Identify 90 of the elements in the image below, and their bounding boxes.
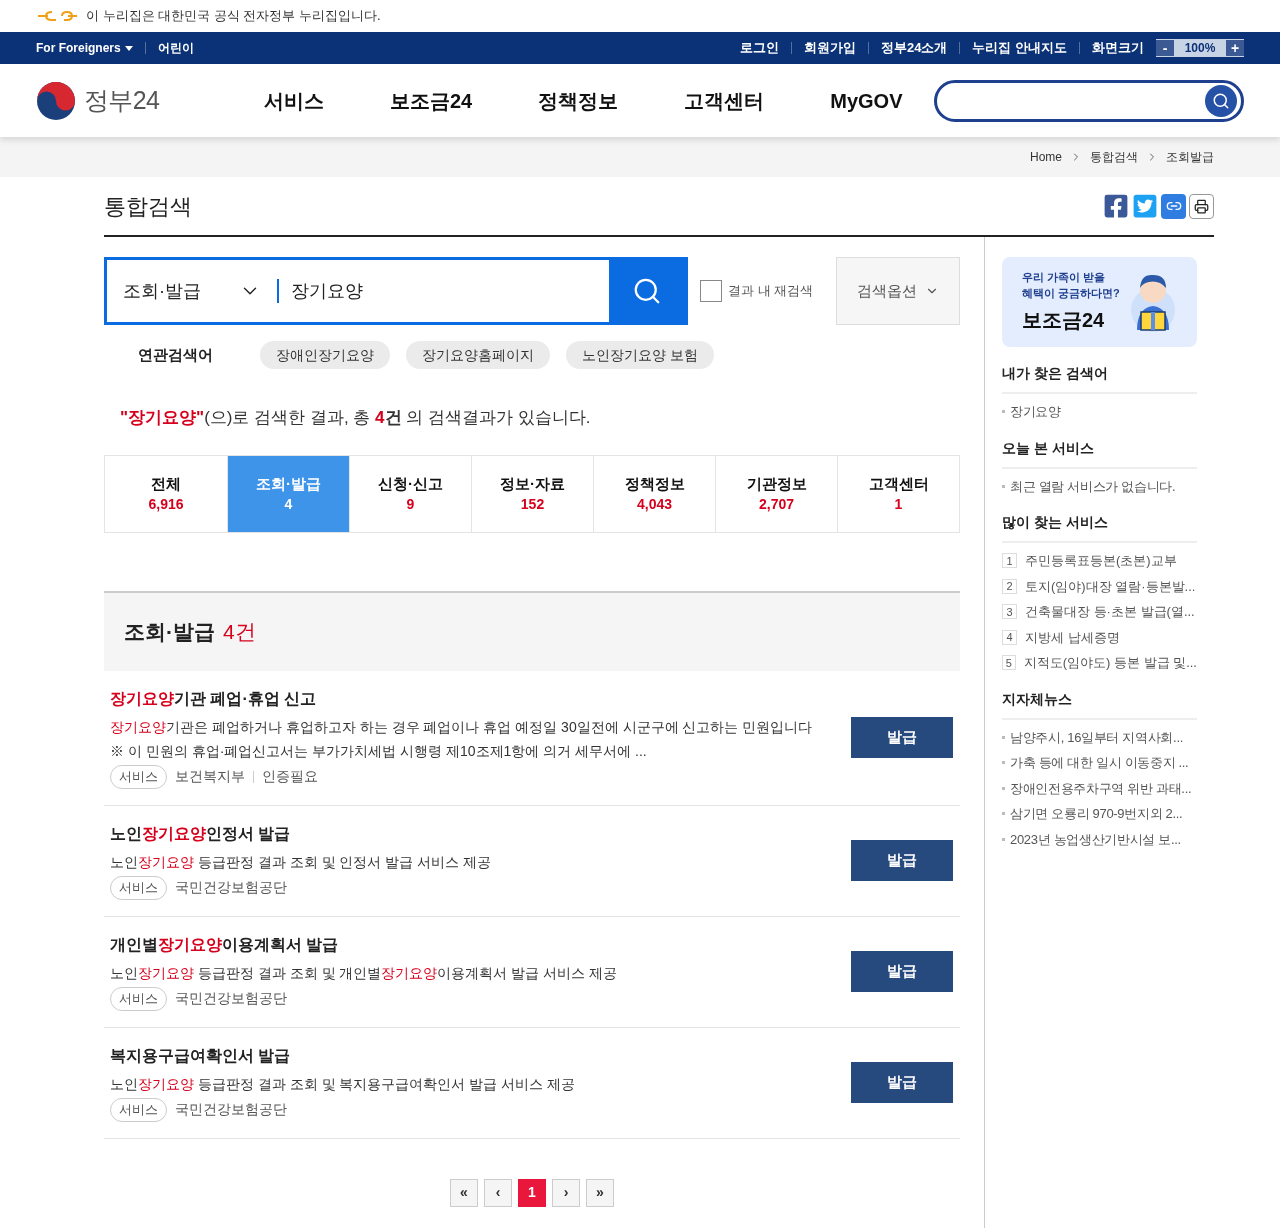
result-title[interactable]: 개인별장기요양이용계획서 발급 bbox=[110, 932, 851, 957]
header-search-field[interactable] bbox=[934, 79, 1244, 122]
main-menu-item[interactable]: 정책정보 bbox=[538, 85, 619, 116]
result-meta: 보건복지부 bbox=[175, 767, 245, 786]
related-label: 연관검색어 bbox=[137, 344, 214, 365]
issue-button[interactable]: 발급 bbox=[851, 951, 953, 992]
page-title: 통합검색 bbox=[104, 192, 192, 221]
print-icon[interactable] bbox=[1189, 193, 1214, 219]
sidebar-heading: 지자체뉴스 bbox=[1002, 688, 1197, 720]
page-button[interactable]: » bbox=[586, 1178, 614, 1207]
search-options-button[interactable]: 검색옵션 bbox=[836, 257, 960, 325]
result-meta: 국민건강보험공단 bbox=[175, 1100, 287, 1119]
sidebar-link[interactable]: 삼기면 오룡리 970-9번지외 2... bbox=[1010, 804, 1183, 824]
section-count: 4건 bbox=[223, 618, 256, 645]
banner-text: 혜택이 궁금하다면? bbox=[1022, 286, 1120, 301]
sidebar-link[interactable]: 건축물대장 등·초본 발급(열... bbox=[1025, 602, 1195, 622]
main-menu-item[interactable]: 고객센터 bbox=[684, 85, 765, 116]
rank-number: 2 bbox=[1002, 578, 1017, 594]
keyword-tag[interactable]: 노인장기요양 보험 bbox=[566, 341, 714, 369]
sidebar-link[interactable]: 장기요양 bbox=[1010, 402, 1061, 422]
main-menu-item[interactable]: 서비스 bbox=[264, 85, 324, 116]
page-button[interactable]: 1 bbox=[518, 1178, 546, 1207]
search-icon bbox=[632, 276, 662, 306]
sidebar-heading: 많이 찾는 서비스 bbox=[1002, 512, 1197, 543]
bird-icon[interactable] bbox=[1132, 193, 1158, 219]
sidebar-link[interactable]: 장애인전용주차구역 위반 과태... bbox=[1010, 778, 1192, 798]
logo-text[interactable]: 정부24 bbox=[84, 81, 160, 120]
notice-text: 이 누리집은 대한민국 공식 전자정부 누리집입니다. bbox=[86, 7, 381, 26]
issue-button[interactable]: 발급 bbox=[851, 1062, 953, 1103]
main-menu-item[interactable]: MyGOV bbox=[830, 85, 903, 116]
sidebar-link[interactable]: 주민등록표등본(초본)교부 bbox=[1025, 551, 1177, 571]
result-title[interactable]: 복지용구급여확인서 발급 bbox=[110, 1043, 851, 1068]
result-description: 노인장기요양 등급판정 결과 조회 및 개인별 장기요양이용계획서 발급 서비스 제공 bbox=[110, 963, 619, 983]
banner-text: 우리 가족이 받을 bbox=[1022, 270, 1107, 285]
checkbox-label: 결과 내 재검색 bbox=[728, 282, 814, 301]
rank-number: 4 bbox=[1002, 629, 1017, 645]
breadcrumb-link[interactable]: 통합검색 bbox=[1090, 148, 1138, 166]
sidebar-heading: 오늘 본 서비스 bbox=[1002, 437, 1197, 469]
sidebar-link[interactable]: 가축 등에 대한 일시 이동중지 ... bbox=[1010, 753, 1189, 773]
section-title: 조회·발급 bbox=[124, 618, 215, 645]
page-button[interactable]: ‹ bbox=[484, 1178, 512, 1207]
result-title[interactable]: 노인장기요양인정서 발급 bbox=[110, 821, 851, 846]
sidebar-link[interactable]: 남양주시, 16일부터 지역사회... bbox=[1010, 727, 1183, 747]
main-menu-item[interactable]: 보조금24 bbox=[390, 85, 473, 116]
subsidy-banner[interactable]: 우리 가족이 받을 혜택이 궁금하다면? 보조금24 bbox=[1002, 257, 1197, 347]
checkbox[interactable] bbox=[700, 280, 722, 302]
result-title[interactable]: 장기요양기관 폐업·휴업 신고 bbox=[110, 686, 851, 711]
search-field[interactable]: 장기요양 bbox=[279, 260, 609, 322]
banner-title: 보조금24 bbox=[1022, 308, 1106, 333]
top-nav-link[interactable]: 어린이 bbox=[157, 39, 194, 57]
result-meta: 국민건강보험공단 bbox=[175, 989, 287, 1008]
top-nav-link[interactable]: 회원가입 bbox=[803, 38, 856, 58]
rank-number: 1 bbox=[1002, 553, 1017, 569]
search-icon[interactable] bbox=[1205, 84, 1237, 117]
sidebar-link[interactable]: 최근 열람 서비스가 없습니다. bbox=[1010, 476, 1176, 496]
sidebar-link[interactable]: 지적도(임야도) 등본 발급 및... bbox=[1023, 653, 1197, 673]
rank-number: 3 bbox=[1002, 604, 1017, 620]
breadcrumb-link[interactable]: Home bbox=[1030, 148, 1062, 166]
keyword-tag[interactable]: 장기요양홈페이지 bbox=[406, 341, 550, 369]
zoom-out-button[interactable]: - bbox=[1156, 40, 1174, 56]
result-description: 장기요양기관은 폐업하거나 휴업하고자 하는 경우 폐업이나 휴업 예정일 30일전에 시군구에 신고하는 민원입니다 ※ 이 민원의 휴업·폐업신고서는 부가가치세법 시행령 제10조제1항에 의거 세무서에 ... bbox=[110, 717, 814, 761]
result-meta: 인증필요 bbox=[262, 767, 318, 786]
result-summary: "장기요양"(으)로 검색한 결과, 총 4건 의 검색결과가 있습니다. bbox=[120, 407, 592, 429]
zoom-label: 화면크기 bbox=[1092, 39, 1144, 58]
zoom-in-button[interactable]: + bbox=[1226, 40, 1244, 56]
issue-button[interactable]: 발급 bbox=[851, 840, 953, 881]
page-button[interactable]: › bbox=[552, 1178, 580, 1207]
sidebar-link[interactable]: 2023년 농업생산기반시설 보... bbox=[1010, 829, 1181, 849]
page-button[interactable]: « bbox=[450, 1178, 478, 1207]
sidebar-link[interactable]: 지방세 납세증명 bbox=[1025, 627, 1120, 647]
sidebar-heading: 내가 찾은 검색어 bbox=[1002, 363, 1197, 394]
sidebar-link[interactable]: 토지(임야)대장 열람·등본발... bbox=[1025, 576, 1196, 596]
result-description: 노인장기요양 등급판정 결과 조회 및 복지용구급여확인서 발급 서비스 제공 bbox=[110, 1074, 577, 1094]
top-nav-link[interactable]: 정부24소개 bbox=[880, 38, 948, 58]
breadcrumb-link[interactable]: 조회발급 bbox=[1166, 148, 1214, 166]
issue-button[interactable]: 발급 bbox=[851, 717, 953, 758]
zoom-value: 100% bbox=[1183, 40, 1217, 57]
top-nav-link[interactable]: For Foreigners bbox=[36, 39, 133, 57]
logo-icon bbox=[36, 80, 76, 121]
top-nav-link[interactable]: 로그인 bbox=[739, 38, 779, 58]
rank-number: 5 bbox=[1002, 655, 1016, 671]
eg-logo-icon bbox=[36, 9, 78, 23]
result-meta: 국민건강보험공단 bbox=[175, 878, 287, 897]
category-dropdown[interactable]: 조회·발급 bbox=[107, 260, 277, 322]
keyword-tag[interactable]: 장애인장기요양 bbox=[260, 341, 390, 369]
link-icon[interactable] bbox=[1161, 193, 1186, 219]
top-nav-link[interactable]: 누리집 안내지도 bbox=[972, 38, 1067, 58]
facebook-icon[interactable] bbox=[1103, 193, 1129, 219]
result-description: 노인장기요양 등급판정 결과 조회 및 인정서 발급 서비스 제공 bbox=[110, 852, 493, 872]
caret-icon bbox=[124, 45, 133, 51]
